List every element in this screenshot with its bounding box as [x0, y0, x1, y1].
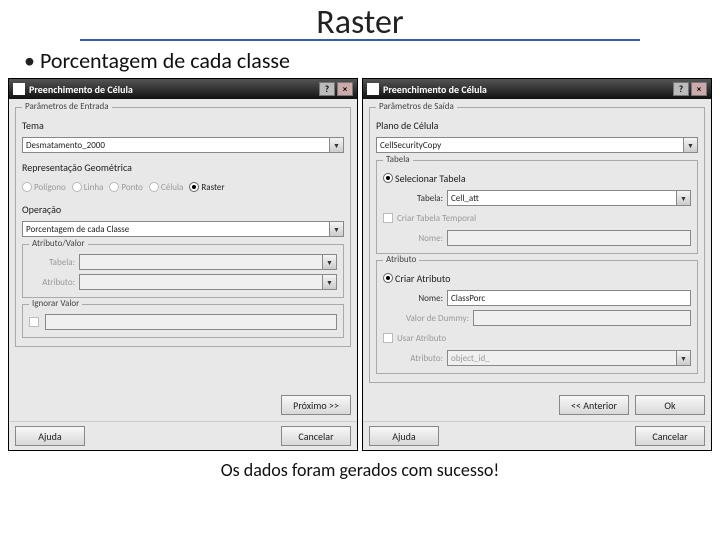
chevron-down-icon: ▼	[676, 351, 690, 365]
tabela-value: Cell_att	[451, 193, 479, 204]
plano-combo[interactable]: CellSecurityCopy ▼	[376, 137, 698, 153]
nome-attr-input[interactable]: ClassPorc	[447, 290, 691, 306]
group-legend: Atributo	[383, 254, 419, 265]
button-row-upper: << Anterior Ok	[363, 391, 711, 419]
plano-label: Plano de Célula	[376, 119, 438, 132]
check-label: Usar Atributo	[397, 333, 446, 344]
group-tabela: Tabela Selecionar Tabela Tabela: Cell_at…	[376, 160, 698, 254]
atributo-value: object_id_	[451, 353, 490, 364]
dialog-left: Preenchimento de Célula ? × Parâmetros d…	[8, 78, 358, 451]
titlebar-right: Preenchimento de Célula ? ×	[363, 79, 711, 99]
chevron-down-icon[interactable]: ▼	[683, 138, 697, 152]
group-atributo: Atributo Criar Atributo Nome: ClassPorc …	[376, 260, 698, 374]
radio-label: Criar Atributo	[395, 272, 450, 285]
radio-label: Polígono	[34, 182, 66, 193]
dialog-right: Preenchimento de Célula ? × Parâmetros d…	[362, 78, 712, 451]
dialog-title: Preenchimento de Célula	[383, 83, 487, 96]
tabela-label: Tabela:	[383, 193, 447, 204]
chevron-down-icon: ▼	[322, 275, 336, 289]
atributo-label: Atributo:	[383, 353, 447, 364]
radio-label: Selecionar Tabela	[395, 172, 466, 185]
radio-ponto: Ponto	[109, 182, 143, 193]
tabela-label: Tabela:	[29, 257, 79, 268]
chevron-down-icon[interactable]: ▼	[676, 191, 690, 205]
ignore-check	[29, 317, 39, 327]
representation-radios: Polígono Linha Ponto Célula Raster	[22, 178, 344, 196]
close-icon[interactable]: ×	[691, 82, 707, 96]
representation-label: Representação Geométrica	[22, 161, 132, 174]
ok-button[interactable]: Ok	[635, 395, 705, 415]
radio-poligono: Polígono	[22, 182, 66, 193]
radio-celula: Célula	[149, 182, 183, 193]
radio-raster[interactable]: Raster	[189, 182, 224, 193]
button-row-lower: Ajuda Cancelar	[9, 421, 357, 450]
atributo-label: Atributo:	[29, 277, 79, 288]
app-icon	[13, 83, 25, 95]
group-ignore-value: Ignorar Valor	[22, 304, 344, 338]
atributo-combo: object_id_ ▼	[447, 350, 691, 366]
check-label: Criar Tabela Temporal	[397, 213, 476, 224]
dialog-container: Preenchimento de Célula ? × Parâmetros d…	[0, 78, 720, 451]
plano-value: CellSecurityCopy	[380, 140, 441, 151]
nome-attr-value: ClassPorc	[451, 293, 485, 304]
app-icon	[367, 83, 379, 95]
dialog-title: Preenchimento de Célula	[29, 83, 133, 96]
group-legend: Parâmetros de Entrada	[22, 101, 112, 112]
chevron-down-icon[interactable]: ▼	[329, 222, 343, 236]
cancel-button[interactable]: Cancelar	[635, 426, 705, 446]
tabela-combo: ▼	[79, 254, 337, 270]
close-icon[interactable]: ×	[337, 82, 353, 96]
radio-label: Ponto	[121, 182, 143, 193]
nome-attr-label: Nome:	[383, 293, 447, 304]
help-button[interactable]: Ajuda	[369, 426, 439, 446]
group-input-params: Parâmetros de Entrada Tema Desmatamento_…	[15, 107, 351, 347]
nome-tabela-input	[447, 230, 691, 246]
operation-label: Operação	[22, 203, 61, 216]
theme-label: Tema	[22, 119, 44, 132]
theme-combo[interactable]: Desmatamento_2000 ▼	[22, 137, 344, 153]
radio-label: Raster	[201, 182, 224, 193]
radio-criar-atributo[interactable]: Criar Atributo	[383, 272, 450, 285]
usar-atributo-check[interactable]: Usar Atributo	[383, 333, 446, 344]
group-legend: Ignorar Valor	[29, 298, 82, 309]
slide-bullet: Porcentagem de cada classe	[0, 47, 720, 74]
prev-button[interactable]: << Anterior	[559, 395, 629, 415]
button-row-lower: Ajuda Cancelar	[363, 421, 711, 450]
titlebar-left: Preenchimento de Célula ? ×	[9, 79, 357, 99]
group-legend: Tabela	[383, 154, 413, 165]
radio-linha: Linha	[72, 182, 104, 193]
operation-value: Porcentagem de cada Classe	[26, 224, 129, 235]
help-button[interactable]: Ajuda	[15, 426, 85, 446]
group-legend: Parâmetros de Saída	[376, 101, 457, 112]
operation-combo[interactable]: Porcentagem de cada Classe ▼	[22, 221, 344, 237]
theme-value: Desmatamento_2000	[26, 140, 105, 151]
dummy-label: Valor de Dummy:	[383, 313, 473, 324]
radio-selecionar-tabela[interactable]: Selecionar Tabela	[383, 172, 466, 185]
group-output-params: Parâmetros de Saída Plano de Célula Cell…	[369, 107, 705, 383]
group-attribute-value: Atributo/Valor Tabela: ▼ Atributo: ▼	[22, 244, 344, 298]
radio-label: Célula	[161, 182, 183, 193]
radio-label: Linha	[84, 182, 104, 193]
next-button[interactable]: Próximo >>	[281, 395, 351, 415]
help-button-icon[interactable]: ?	[673, 82, 689, 96]
button-row-upper: Próximo >>	[9, 391, 357, 419]
ignore-value-input	[45, 314, 337, 330]
help-button-icon[interactable]: ?	[319, 82, 335, 96]
nome-tabela-label: Nome:	[383, 233, 447, 244]
chevron-down-icon[interactable]: ▼	[329, 138, 343, 152]
dummy-input	[473, 310, 691, 326]
group-legend: Atributo/Valor	[29, 238, 88, 249]
criar-tabela-check[interactable]: Criar Tabela Temporal	[383, 213, 476, 224]
footer-message: Os dados foram gerados com sucesso!	[0, 451, 720, 481]
slide-title: Raster	[0, 0, 720, 43]
chevron-down-icon: ▼	[322, 255, 336, 269]
tabela-combo[interactable]: Cell_att ▼	[447, 190, 691, 206]
cancel-button[interactable]: Cancelar	[281, 426, 351, 446]
atributo-combo: ▼	[79, 274, 337, 290]
